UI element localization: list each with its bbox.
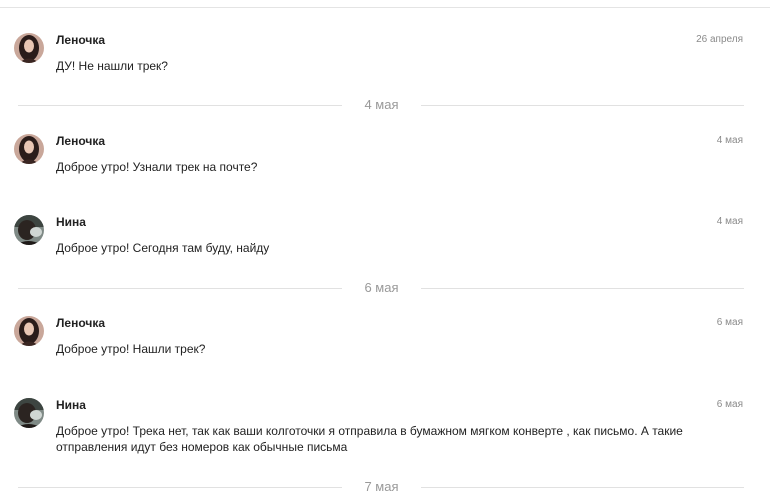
message-item: Леночка 6 мая Доброе утро! Нашли трек? (0, 316, 770, 386)
top-border (0, 0, 770, 8)
separator-line (18, 487, 342, 488)
message-text: ДУ! Не нашли трек? (56, 59, 168, 73)
message-item: Леночка 4 мая Доброе утро! Узнали трек н… (0, 134, 770, 204)
avatar-photo-icon (14, 398, 44, 428)
avatar-photo-icon (14, 215, 44, 245)
separator-date: 6 мая (364, 280, 399, 295)
separator-line (421, 288, 744, 289)
message-author[interactable]: Леночка (56, 316, 105, 330)
message-date: 26 апреля (696, 34, 743, 45)
message-text: Доброе утро! Нашли трек? (56, 342, 206, 356)
avatar-lenochka[interactable] (14, 33, 44, 63)
message-author[interactable]: Леночка (56, 33, 105, 47)
avatar-photo-icon (14, 33, 44, 63)
avatar-lenochka[interactable] (14, 134, 44, 164)
separator-line (18, 288, 342, 289)
separator-line (421, 487, 744, 488)
avatar-photo-icon (14, 316, 44, 346)
date-separator: 4 мая (18, 97, 744, 113)
message-date: 4 мая (716, 135, 743, 146)
message-item: Леночка 26 апреля ДУ! Не нашли трек? (0, 33, 770, 103)
avatar-nina[interactable] (14, 215, 44, 245)
separator-line (421, 105, 744, 106)
separator-line (18, 105, 342, 106)
message-text: Доброе утро! Узнали трек на почте? (56, 160, 258, 174)
message-date: 4 мая (716, 216, 743, 227)
message-author[interactable]: Нина (56, 398, 86, 412)
message-item: Нина 4 мая Доброе утро! Сегодня там буду… (0, 215, 770, 285)
message-text: Доброе утро! Трека нет, так как ваши кол… (56, 424, 683, 454)
message-author[interactable]: Нина (56, 215, 86, 229)
message-text: Доброе утро! Сегодня там буду, найду (56, 241, 270, 255)
message-date: 6 мая (716, 317, 743, 328)
avatar-lenochka[interactable] (14, 316, 44, 346)
message-date: 6 мая (716, 399, 743, 410)
avatar-photo-icon (14, 134, 44, 164)
separator-date: 4 мая (364, 97, 399, 112)
message-author[interactable]: Леночка (56, 134, 105, 148)
avatar-nina[interactable] (14, 398, 44, 428)
message-item: Нина 6 мая Доброе утро! Трека нет, так к… (0, 398, 770, 468)
date-separator: 6 мая (18, 280, 744, 296)
